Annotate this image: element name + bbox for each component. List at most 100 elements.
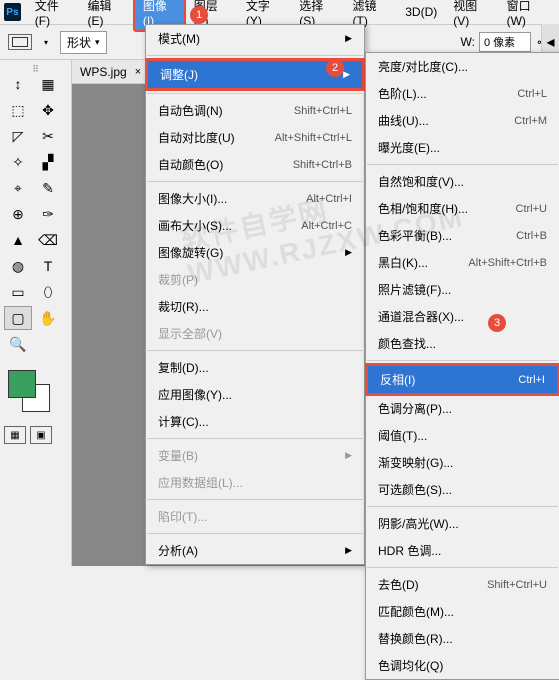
tool-4[interactable]: ◸ (4, 124, 32, 148)
image-menu-item-13: 显示全部(V) (146, 320, 364, 347)
image-menu-item-11: 裁剪(P) (146, 266, 364, 293)
image-menu-item-label: 计算(C)... (158, 413, 209, 430)
image-menu-separator (147, 438, 363, 439)
adjust-menu-item-label: 色调均化(Q) (378, 657, 443, 674)
shape-preview-icon[interactable] (8, 34, 32, 50)
image-menu-item-8[interactable]: 图像大小(I)...Alt+Ctrl+I (146, 185, 364, 212)
tool-19[interactable]: ✋ (34, 306, 62, 330)
image-menu-item-shortcut: Shift+Ctrl+B (293, 159, 352, 171)
image-menu-item-24[interactable]: 分析(A)▶ (146, 537, 364, 564)
tool-12[interactable]: ▲ (4, 228, 32, 252)
close-icon[interactable]: × (135, 66, 141, 78)
tool-7[interactable]: ▞ (34, 150, 62, 174)
tool-5[interactable]: ✂ (34, 124, 62, 148)
adjust-menu-item-5[interactable]: 自然饱和度(V)... (366, 168, 559, 195)
image-menu-item-label: 变量(B) (158, 447, 198, 464)
image-menu-item-9[interactable]: 画布大小(S)... Alt+Ctrl+C (146, 212, 364, 239)
tool-8[interactable]: ⌖ (4, 176, 32, 200)
tool-mode-select[interactable]: 形状 ▾ (60, 31, 107, 54)
adjust-menu-item-15[interactable]: 阈值(T)... (366, 422, 559, 449)
menu-edit[interactable]: 编辑(E) (80, 0, 133, 30)
tool-18[interactable]: ▢ (4, 306, 32, 330)
image-menu-item-4[interactable]: 自动色调(N)Shift+Ctrl+L (146, 97, 364, 124)
tool-14[interactable]: ◍ (4, 254, 32, 278)
tool-2[interactable]: ⬚ (4, 98, 32, 122)
image-menu-item-5[interactable]: 自动对比度(U) Alt+Shift+Ctrl+L (146, 124, 364, 151)
tool-1[interactable]: ▦ (34, 72, 62, 96)
image-menu-item-label: 陷印(T)... (158, 508, 207, 525)
adjust-menu-item-9[interactable]: 照片滤镜(F)... (366, 276, 559, 303)
adjust-menu-item-20[interactable]: HDR 色调... (366, 537, 559, 564)
quickmask-icon[interactable]: ▦ (4, 426, 26, 444)
tool-20[interactable]: 🔍 (4, 332, 32, 356)
adjust-menu-item-22[interactable]: 去色(D)Shift+Ctrl+U (366, 571, 559, 598)
adjust-menu-item-19[interactable]: 阴影/高光(W)... (366, 510, 559, 537)
image-menu-item-label: 复制(D)... (158, 359, 209, 376)
image-menu-item-shortcut: Alt+Ctrl+C (301, 220, 352, 232)
menu-view[interactable]: 视图(V) (445, 0, 498, 30)
adjust-menu-item-16[interactable]: 渐变映射(G)... (366, 449, 559, 476)
tool-9[interactable]: ✎ (34, 176, 62, 200)
tool-11[interactable]: ✑ (34, 202, 62, 226)
image-menu-item-label: 裁切(R)... (158, 298, 209, 315)
chevron-right-icon: ▶ (345, 450, 352, 461)
screenmode-icon[interactable]: ▣ (30, 426, 52, 444)
adjust-menu-item-label: 照片滤镜(F)... (378, 281, 451, 298)
adjust-menu-item-23[interactable]: 匹配颜色(M)... (366, 598, 559, 625)
image-menu-item-15[interactable]: 复制(D)... (146, 354, 364, 381)
app-icon: Ps (4, 3, 21, 21)
toolbox-grip-icon[interactable]: ⠿ (4, 64, 67, 70)
menu-file[interactable]: 文件(F) (27, 0, 80, 30)
adjust-menu-separator (367, 360, 558, 361)
adjust-menu-item-11[interactable]: 颜色查找... (366, 330, 559, 357)
adjust-menu-item-label: 色彩平衡(B)... (378, 227, 452, 244)
adjust-menu-item-24[interactable]: 替换颜色(R)... (366, 625, 559, 652)
adjust-menu-item-label: 替换颜色(R)... (378, 630, 453, 647)
document-tab-title[interactable]: WPS.jpg (80, 65, 127, 79)
tool-0[interactable]: ↕ (4, 72, 32, 96)
chevron-right-icon: ▶ (345, 33, 352, 44)
image-menu-item-6[interactable]: 自动颜色(O)Shift+Ctrl+B (146, 151, 364, 178)
adjust-menu-item-14[interactable]: 色调分离(P)... (366, 395, 559, 422)
adjust-menu-item-6[interactable]: 色相/饱和度(H)...Ctrl+U (366, 195, 559, 222)
toolbox: ⠿ ↕▦⬚✥◸✂✧▞⌖✎⊕✑▲⌫◍T▭⬯▢✋🔍 ▦ ▣ (0, 60, 72, 566)
image-menu-item-shortcut: Alt+Ctrl+I (306, 193, 352, 205)
image-menu-item-12[interactable]: 裁切(R)... (146, 293, 364, 320)
shape-dropdown-icon[interactable]: ▾ (40, 36, 52, 48)
image-menu-item-0[interactable]: 模式(M)▶ (146, 25, 364, 52)
image-menu-item-shortcut: Alt+Shift+Ctrl+L (275, 132, 352, 144)
adjust-menu-item-25[interactable]: 色调均化(Q) (366, 652, 559, 679)
adjust-menu-item-3[interactable]: 曝光度(E)... (366, 134, 559, 161)
image-menu-item-16[interactable]: 应用图像(Y)... (146, 381, 364, 408)
tool-3[interactable]: ✥ (34, 98, 62, 122)
adjust-menu-item-2[interactable]: 曲线(U)...Ctrl+M (366, 107, 559, 134)
image-menu-item-label: 画布大小(S)... (158, 217, 232, 234)
image-menu-item-22: 陷印(T)... (146, 503, 364, 530)
adjust-menu-item-10[interactable]: 通道混合器(X)... (366, 303, 559, 330)
foreground-color-swatch[interactable] (8, 370, 36, 398)
annotation-badge-2: 2 (326, 59, 344, 77)
tool-17[interactable]: ⬯ (34, 280, 62, 304)
adjust-menu-item-shortcut: Ctrl+U (516, 203, 547, 215)
adjust-menu-item-13[interactable]: 反相(I)Ctrl+I (365, 363, 559, 396)
image-menu-item-label: 自动对比度(U) (158, 129, 235, 146)
adjust-menu-item-0[interactable]: 亮度/对比度(C)... (366, 53, 559, 80)
width-label: W: (461, 35, 475, 49)
tool-13[interactable]: ⌫ (34, 228, 62, 252)
adjust-menu-item-7[interactable]: 色彩平衡(B)...Ctrl+B (366, 222, 559, 249)
adjust-menu-item-1[interactable]: 色阶(L)...Ctrl+L (366, 80, 559, 107)
image-menu-item-17[interactable]: 计算(C)... (146, 408, 364, 435)
tool-6[interactable]: ✧ (4, 150, 32, 174)
tool-15[interactable]: T (34, 254, 62, 278)
image-menu-item-shortcut: Shift+Ctrl+L (294, 105, 352, 117)
menu-3d[interactable]: 3D(D) (397, 3, 445, 21)
adjust-menu-item-17[interactable]: 可选颜色(S)... (366, 476, 559, 503)
color-swatches[interactable] (8, 370, 67, 414)
image-menu-item-10[interactable]: 图像旋转(G)▶ (146, 239, 364, 266)
width-input[interactable]: 0 像素 (479, 32, 531, 52)
adjust-menu-item-label: 色调分离(P)... (378, 400, 452, 417)
adjust-menu-item-label: 色阶(L)... (378, 85, 427, 102)
tool-10[interactable]: ⊕ (4, 202, 32, 226)
adjust-menu-item-8[interactable]: 黑白(K)...Alt+Shift+Ctrl+B (366, 249, 559, 276)
tool-16[interactable]: ▭ (4, 280, 32, 304)
